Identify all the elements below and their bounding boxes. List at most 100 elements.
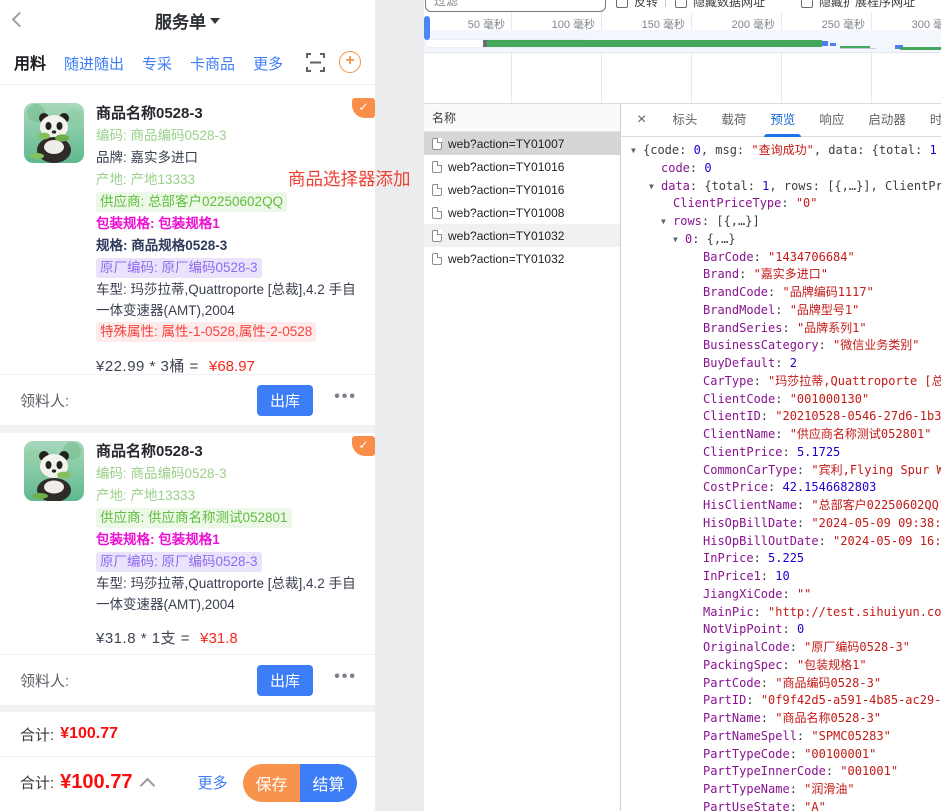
save-button[interactable]: 保存 xyxy=(243,764,300,802)
json-value: "00100001" xyxy=(804,747,876,761)
json-tree-line[interactable]: BrandSeries: "品牌系列1" xyxy=(621,320,941,338)
json-tree-line[interactable]: ▼rows: [{,…}] xyxy=(621,213,941,231)
detail-tab-启动器[interactable]: 启动器 xyxy=(868,104,906,137)
json-tree-line[interactable]: BrandCode: "品牌编码1117" xyxy=(621,284,941,302)
json-tree-line[interactable]: ClientID: "20210528-0546-27d6-1b32-" xyxy=(621,408,941,426)
json-tree-line[interactable]: MainPic: "http://test.sihuiyun.com/" xyxy=(621,604,941,622)
close-icon[interactable]: × xyxy=(637,112,646,128)
detail-tab-响应[interactable]: 响应 xyxy=(819,104,844,137)
json-tree-line[interactable]: PartTypeCode: "00100001" xyxy=(621,746,941,764)
back-icon[interactable] xyxy=(12,12,28,28)
json-tree-line[interactable]: code: 0 xyxy=(621,160,941,178)
network-request-row[interactable]: web?action=TY01032 xyxy=(424,247,620,270)
product-card[interactable]: ✓ 商品名称0528-3 编码: 商品编码0528-3品牌: 嘉实多进口产地: … xyxy=(0,95,375,375)
page-title[interactable]: 服务单 xyxy=(155,8,220,33)
json-tree-line[interactable]: ClientPriceType: "0" xyxy=(621,195,941,213)
json-tree-line[interactable]: NotVipPoint: 0 xyxy=(621,621,941,639)
expand-arrow-icon[interactable]: ▼ xyxy=(649,178,661,196)
stock-out-button[interactable]: 出库 xyxy=(257,385,313,416)
overview-left-handle[interactable] xyxy=(424,16,430,40)
json-tree-line[interactable]: PartTypeInnerCode: "001001" xyxy=(621,763,941,781)
network-request-row[interactable]: web?action=TY01016 xyxy=(424,178,620,201)
network-request-row[interactable]: web?action=TY01007 xyxy=(424,132,620,155)
json-tree-line[interactable]: PartTypeName: "润滑油" xyxy=(621,781,941,799)
json-tree-line[interactable]: ▼{code: 0, msg: "查询成功", data: {total: 1 xyxy=(621,142,941,160)
checkbox-icon[interactable] xyxy=(675,0,687,8)
product-title: 商品名称0528-3 xyxy=(96,103,365,125)
product-attribute-row: 编码: 商品编码0528-3 xyxy=(96,463,365,485)
tab-item-3[interactable]: 卡商品 xyxy=(190,53,235,74)
network-request-row[interactable]: web?action=TY01032 xyxy=(424,224,620,247)
json-tree-line[interactable]: CarType: "玛莎拉蒂,Quattroporte [总裁],4.2 手自一… xyxy=(621,373,941,391)
stock-out-button[interactable]: 出库 xyxy=(257,665,313,696)
json-tree-line[interactable]: PackingSpec: "包装规格1" xyxy=(621,657,941,675)
collapse-caret-icon[interactable] xyxy=(140,777,156,793)
column-header-name[interactable]: 名称 xyxy=(424,104,620,132)
json-tree-line[interactable]: BrandModel: "品牌型号1" xyxy=(621,302,941,320)
json-tree-line[interactable]: Brand: "嘉实多进口" xyxy=(621,266,941,284)
overview-bar xyxy=(840,48,876,49)
json-tree-line[interactable]: ▼data: {total: 1, rows: [{,…}], ClientPr xyxy=(621,178,941,196)
product-card[interactable]: ✓ 商品名称0528-3 编码: 商品编码0528-3产地: 产地13333供应… xyxy=(0,433,375,655)
json-tree-line[interactable]: BarCode: "1434706684" xyxy=(621,249,941,267)
product-image xyxy=(24,441,84,501)
json-tree-line[interactable]: PartID: "0f9f42d5-a591-4b85-ac29-f" xyxy=(621,692,941,710)
json-tree-line[interactable]: HisClientName: "总部客户02250602QQ" xyxy=(621,497,941,515)
tab-item-4[interactable]: 更多 xyxy=(253,53,283,74)
add-icon[interactable]: + xyxy=(339,51,361,73)
checkbox-icon[interactable] xyxy=(616,0,628,8)
more-dots-icon[interactable]: ••• xyxy=(334,388,357,406)
toolbar-checkbox-2[interactable]: 隐藏扩展程序网址 xyxy=(801,0,915,10)
request-name: web?action=TY01016 xyxy=(448,160,564,174)
json-tree-line[interactable]: CostPrice: 42.1546682803 xyxy=(621,479,941,497)
detail-tab-载荷[interactable]: 载荷 xyxy=(721,104,746,137)
json-tree-line[interactable]: ClientName: "供应商名称测试052801" xyxy=(621,426,941,444)
json-tree-line[interactable]: ClientPrice: 5.1725 xyxy=(621,444,941,462)
network-request-row[interactable]: web?action=TY01016 xyxy=(424,155,620,178)
json-tree-line[interactable]: PartUseState: "A" xyxy=(621,799,941,811)
detail-tab-预览[interactable]: 预览 xyxy=(770,104,795,137)
json-tree-line[interactable]: JiangXiCode: "" xyxy=(621,586,941,604)
tab-materials[interactable]: 用料 xyxy=(14,50,46,74)
more-link[interactable]: 更多 xyxy=(197,772,227,793)
json-tree-line[interactable]: ClientCode: "001000130" xyxy=(621,391,941,409)
json-tree-line[interactable]: HisOpBillOutDate: "2024-05-09 16:38" xyxy=(621,533,941,551)
json-value: 0 xyxy=(704,161,711,175)
tab-item-1[interactable]: 随进随出 xyxy=(64,53,124,74)
json-tree-line[interactable]: HisOpBillDate: "2024-05-09 09:38:59" xyxy=(621,515,941,533)
json-tree-line[interactable]: PartName: "商品名称0528-3" xyxy=(621,710,941,728)
json-key: PartUseState xyxy=(703,800,790,811)
json-key: CostPrice xyxy=(703,480,768,494)
json-value: "2024-05-09 16:38" xyxy=(833,534,941,548)
json-tree-line[interactable]: PartNameSpell: "SPMC05283" xyxy=(621,728,941,746)
json-tree-line[interactable]: CommonCarType: "宾利,Flying Spur W" xyxy=(621,462,941,480)
json-tree-line[interactable]: PartCode: "商品编码0528-3" xyxy=(621,675,941,693)
json-value: "玛莎拉蒂,Quattroporte [总裁],4.2 手自一体变速器(AMT)… xyxy=(768,374,941,388)
tab-item-2[interactable]: 专采 xyxy=(142,53,172,74)
scan-icon[interactable] xyxy=(306,53,325,72)
toolbar-checkbox-0[interactable]: 反转 xyxy=(616,0,658,10)
json-tree-line[interactable]: InPrice1: 10 xyxy=(621,568,941,586)
more-dots-icon[interactable]: ••• xyxy=(334,668,357,686)
detail-tab-时间[interactable]: 时间 xyxy=(930,104,941,137)
json-value: : xyxy=(819,534,833,548)
toolbar-checkbox-1[interactable]: 隐藏数据网址 xyxy=(675,0,765,10)
json-preview-tree[interactable]: ▼{code: 0, msg: "查询成功", data: {total: 1c… xyxy=(621,138,941,811)
detail-tab-标头[interactable]: 标头 xyxy=(672,104,697,137)
expand-arrow-icon[interactable]: ▼ xyxy=(661,213,673,231)
json-value: 1 xyxy=(929,143,936,157)
json-tree-line[interactable]: BusinessCategory: "微信业务类别" xyxy=(621,337,941,355)
checkbox-icon[interactable] xyxy=(801,0,813,8)
filter-input[interactable] xyxy=(425,0,606,12)
checkout-button[interactable]: 结算 xyxy=(300,764,357,802)
json-key: PartName xyxy=(703,711,761,725)
expand-arrow-icon[interactable]: ▼ xyxy=(673,231,685,249)
json-tree-line[interactable]: OriginalCode: "原厂编码0528-3" xyxy=(621,639,941,657)
json-tree-line[interactable]: BuyDefault: 2 xyxy=(621,355,941,373)
network-request-row[interactable]: web?action=TY01008 xyxy=(424,201,620,224)
json-tree-line[interactable]: ▼0: {,…} xyxy=(621,231,941,249)
json-tree-line[interactable]: InPrice: 5.225 xyxy=(621,550,941,568)
timeline-overview[interactable]: 50 毫秒100 毫秒150 毫秒200 毫秒250 毫秒300 毫秒 xyxy=(424,13,941,103)
expand-arrow-icon[interactable]: ▼ xyxy=(631,142,643,160)
toolbar-separator xyxy=(665,0,666,7)
